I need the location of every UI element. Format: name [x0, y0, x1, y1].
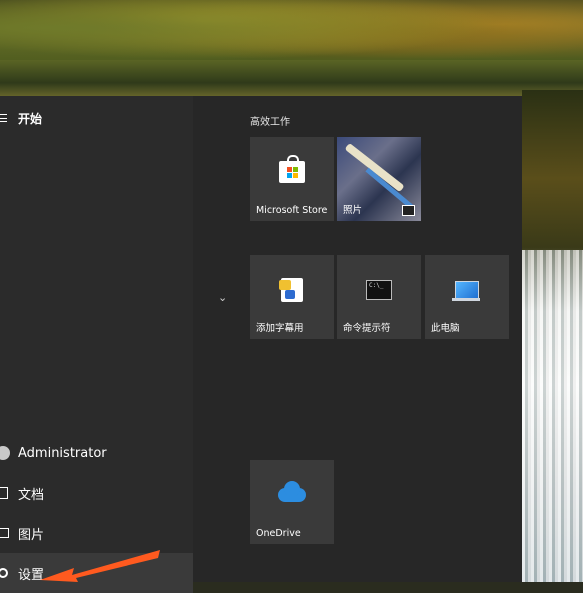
user-name: Administrator	[18, 445, 107, 461]
chevron-down-icon[interactable]: ⌄	[218, 291, 227, 304]
tile-label: 此电脑	[431, 323, 460, 334]
start-left-pane: 开始 Administrator 文档 图片 设置	[0, 96, 193, 593]
tile-onedrive[interactable]: OneDrive	[250, 460, 334, 544]
document-icon	[0, 487, 12, 499]
hamburger-icon	[0, 114, 12, 122]
user-account-button[interactable]: Administrator	[0, 433, 193, 473]
tile-photos[interactable]: 照片	[337, 137, 421, 221]
tile-this-pc[interactable]: 此电脑	[425, 255, 509, 339]
photos-preview-image	[344, 142, 405, 193]
start-menu: 开始 Administrator 文档 图片 设置 高效工作 ⌄ Microso…	[0, 96, 522, 593]
photos-app-icon	[402, 205, 415, 216]
tile-label: 命令提示符	[343, 323, 391, 334]
tile-label: OneDrive	[256, 528, 301, 539]
picture-icon	[0, 528, 12, 538]
tile-label: 添加字幕用	[256, 323, 304, 334]
pictures-button[interactable]: 图片	[0, 513, 193, 553]
pictures-label: 图片	[18, 527, 45, 543]
tile-group-title[interactable]: 高效工作	[250, 113, 290, 128]
caption-app-icon	[279, 278, 303, 303]
wallpaper-waterfall	[522, 250, 583, 582]
wallpaper-river	[0, 60, 583, 98]
tile-command-prompt[interactable]: 命令提示符	[337, 255, 421, 339]
tile-add-captions[interactable]: 添加字幕用	[250, 255, 334, 339]
store-icon	[279, 155, 305, 184]
tile-label: Microsoft Store	[256, 205, 328, 216]
gear-icon	[0, 568, 12, 578]
tile-label: 照片	[343, 205, 363, 216]
avatar	[0, 446, 12, 460]
start-label: 开始	[18, 111, 43, 126]
documents-button[interactable]: 文档	[0, 473, 193, 513]
tile-microsoft-store[interactable]: Microsoft Store	[250, 137, 334, 221]
computer-icon	[452, 281, 480, 302]
terminal-icon	[366, 280, 392, 301]
documents-label: 文档	[18, 487, 45, 503]
start-expand-button[interactable]: 开始	[0, 98, 193, 138]
cloud-icon	[278, 481, 306, 503]
annotation-arrow	[40, 550, 160, 582]
